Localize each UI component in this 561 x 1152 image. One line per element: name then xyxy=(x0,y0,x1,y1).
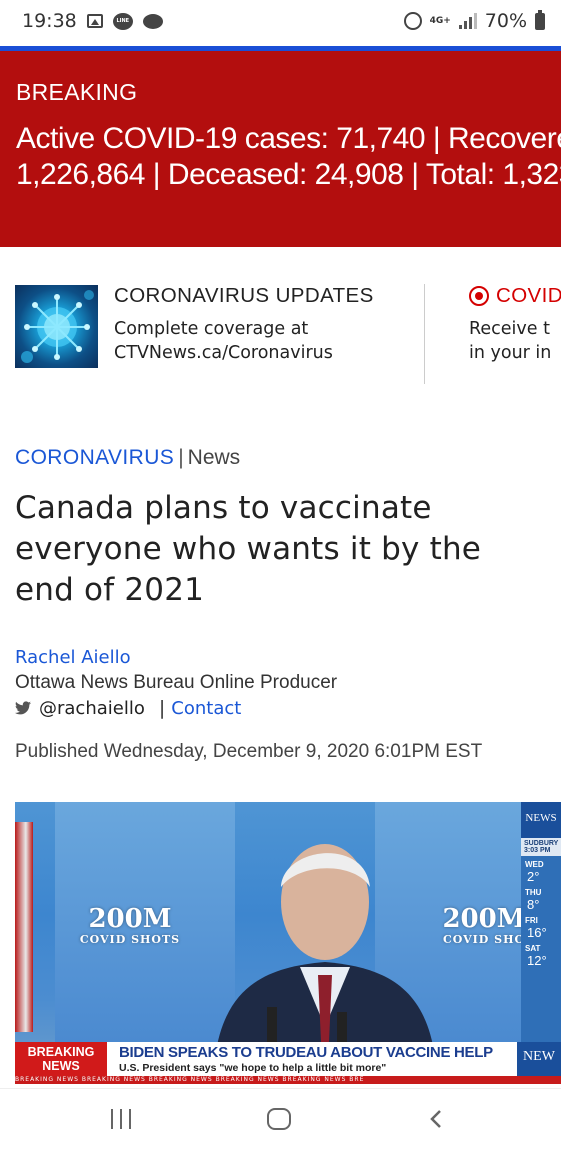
backdrop-big-text: 200M xyxy=(88,904,172,934)
coronavirus-thumbnail[interactable] xyxy=(15,285,98,368)
ticker-strip: BREAKING NEWS BREAKING NEWS BREAKING NEW… xyxy=(15,1076,561,1084)
gallery-icon xyxy=(86,14,103,28)
recent-apps-icon[interactable] xyxy=(111,1109,131,1129)
backdrop-sign-left: 200M COVID SHOTS xyxy=(75,905,185,946)
weather-day: FRI xyxy=(525,916,538,925)
author-role: Ottawa News Bureau Online Producer xyxy=(15,672,338,693)
back-icon[interactable] xyxy=(428,1109,444,1129)
ticker-headline: BIDEN SPEAKS TO TRUDEAU ABOUT VACCINE HE… xyxy=(119,1044,493,1061)
system-nav-bar xyxy=(0,1088,561,1152)
promo-subtitle-line: CTVNews.ca/Coronavirus xyxy=(114,343,333,363)
promo-subtitle-line: Receive t xyxy=(469,319,550,339)
weather-day: SAT xyxy=(525,944,541,953)
published-date: Published Wednesday, December 9, 2020 6:… xyxy=(15,741,483,762)
breaking-text: Active COVID-19 cases: 71,740 | Recovere… xyxy=(16,122,561,191)
signal-icon xyxy=(458,13,477,29)
ticker-logo: NEW xyxy=(517,1042,561,1076)
author-link[interactable]: Rachel Aiello xyxy=(15,647,131,668)
category-link[interactable]: CORONAVIRUS xyxy=(15,446,174,469)
flag-graphic xyxy=(15,822,33,1032)
breaking-banner[interactable]: BREAKING Active COVID-19 cases: 71,740 |… xyxy=(0,51,561,247)
home-icon[interactable] xyxy=(267,1108,291,1130)
news-ticker: BREAKING NEWS BIDEN SPEAKS TO TRUDEAU AB… xyxy=(15,1042,561,1076)
weather-temp: 8° xyxy=(527,897,540,912)
breadcrumb-separator: | xyxy=(178,446,184,469)
backdrop-small-text: COVID SHOTS xyxy=(79,933,181,946)
promo-subtitle-2: Receive t in your in xyxy=(469,317,551,365)
line-icon: LINE xyxy=(112,12,133,30)
weather-sidebar: NEWS SUDBURY 3:03 PM WED 2° THU 8° FRI 16… xyxy=(521,802,561,1042)
record-icon xyxy=(469,286,489,306)
alarm-icon xyxy=(403,12,422,30)
contact-separator: | xyxy=(158,697,166,719)
promo-subtitle-line: in your in xyxy=(469,343,552,363)
breaking-news-badge: BREAKING NEWS xyxy=(15,1042,107,1076)
weather-temp: 2° xyxy=(527,869,540,884)
weather-city-name: SUDBURY xyxy=(524,840,559,847)
promo-divider xyxy=(424,284,425,384)
badge-line: NEWS xyxy=(42,1059,80,1073)
battery-icon xyxy=(535,9,545,30)
contact-link[interactable]: Contact xyxy=(171,698,241,719)
author-social: @rachaiello | Contact xyxy=(15,697,241,719)
battery-percent: 70% xyxy=(484,10,527,32)
article-headline: Canada plans to vaccinate everyone who w… xyxy=(15,490,482,608)
promo-subtitle-line: Complete coverage at xyxy=(114,319,309,339)
promo-carousel[interactable]: CORONAVIRUS UPDATES Complete coverage at… xyxy=(0,270,561,385)
status-bar: 19:38 LINE 4G+ 70% xyxy=(0,0,561,42)
weather-time: 3:03 PM xyxy=(524,847,551,854)
weather-temp: 16° xyxy=(527,925,547,940)
video-player[interactable]: 200M COVID SHOTS 200M COVID SHO NEWS SUD… xyxy=(15,802,561,1084)
badge-line: BREAKING xyxy=(27,1045,95,1059)
section-label: News xyxy=(187,446,241,469)
twitter-handle[interactable]: @rachaiello xyxy=(39,698,145,719)
weather-temp: 12° xyxy=(527,953,547,968)
twitter-icon xyxy=(15,701,31,715)
breadcrumb: CORONAVIRUS | News xyxy=(15,446,240,470)
network-type: 4G+ xyxy=(429,15,451,26)
channel-logo: NEWS xyxy=(521,802,561,838)
weather-day: WED xyxy=(525,860,544,869)
weather-city: SUDBURY 3:03 PM xyxy=(521,838,561,856)
promo-subtitle: Complete coverage at CTVNews.ca/Coronavi… xyxy=(114,317,333,365)
clock: 19:38 xyxy=(22,10,77,32)
promo-title[interactable]: CORONAVIRUS UPDATES xyxy=(114,284,374,308)
chat-icon xyxy=(142,13,163,29)
promo-title-2[interactable]: COVID xyxy=(496,284,561,308)
speaker-figure xyxy=(215,844,435,1057)
weather-day: THU xyxy=(525,888,542,897)
breaking-label: BREAKING xyxy=(16,79,138,105)
virus-icon xyxy=(21,290,94,363)
ticker-subline: U.S. President says "we hope to help a l… xyxy=(119,1062,387,1074)
